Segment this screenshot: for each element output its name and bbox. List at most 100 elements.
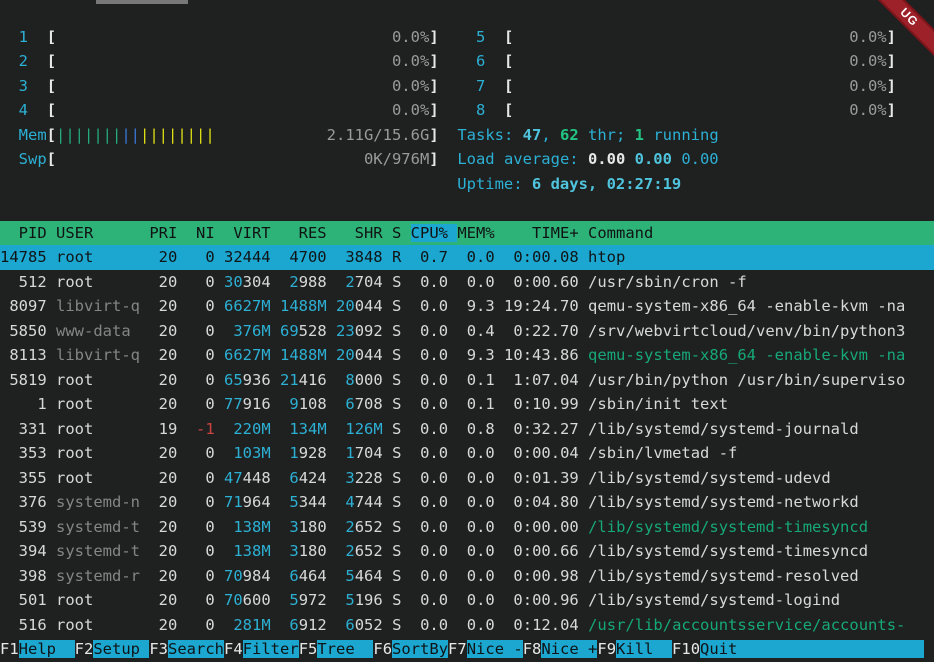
function-key-bar: F1Help F2Setup F3SearchF4FilterF5Tree F6…	[0, 637, 934, 662]
cell-command: /srv/webvirtcloud/venv/bin/python3	[588, 322, 905, 340]
process-row-512[interactable]: 512 root 20 0 30304 2988 2704 S 0.0 0.0 …	[0, 270, 934, 295]
process-row-516[interactable]: 516 root 20 0 281M 6912 6052 S 0.0 0.0 0…	[0, 613, 934, 638]
column-header-user[interactable]: USER	[56, 224, 149, 242]
cell-user: libvirt-q	[56, 346, 149, 364]
fkey-f7-nice[interactable]: F7Nice -	[448, 640, 523, 658]
cell-pri: 20	[149, 297, 186, 315]
fkey-f4-filter[interactable]: F4Filter	[224, 640, 299, 658]
cell-pri: 20	[149, 591, 186, 609]
fkey-label: Setup	[93, 640, 149, 658]
process-row-398[interactable]: 398 systemd-r 20 0 70984 6464 5464 S 0.0…	[0, 564, 934, 589]
column-header-shr[interactable]: SHR	[336, 224, 392, 242]
column-header-pri[interactable]: PRI	[149, 224, 186, 242]
process-row-353[interactable]: 353 root 20 0 103M 1928 1704 S 0.0 0.0 0…	[0, 441, 934, 466]
cpu-meter-label: 4	[19, 101, 28, 119]
cell-ni: 0	[187, 395, 224, 413]
cell-pri: 20	[149, 371, 186, 389]
cell-mem: 9.3	[457, 297, 504, 315]
cell-command: /lib/systemd/systemd-networkd	[588, 493, 859, 511]
cell-time: 0:01.39	[504, 469, 588, 487]
cell-cpu: 0.0	[411, 395, 458, 413]
fkey-f6-sortby[interactable]: F6SortBy	[373, 640, 448, 658]
process-row-5850[interactable]: 5850 www-data 20 0 376M 69528 23092 S 0.…	[0, 319, 934, 344]
process-row-5819[interactable]: 5819 root 20 0 65936 21416 8000 S 0.0 0.…	[0, 368, 934, 393]
fkey-f10-quit[interactable]: F10Quit	[672, 640, 924, 658]
cell-ni: 0	[187, 371, 224, 389]
process-row-539[interactable]: 539 systemd-t 20 0 138M 3180 2652 S 0.0 …	[0, 515, 934, 540]
cell-pri: 20	[149, 518, 186, 536]
cell-ni: 0	[187, 273, 224, 291]
fkey-f2-setup[interactable]: F2Setup	[75, 640, 150, 658]
cpu-meter-row: 4 [ 0.0%] 8 [ 0.0%]	[0, 98, 934, 123]
cpu-meter-label: 5	[476, 28, 485, 46]
fkey-f3-search[interactable]: F3Search	[149, 640, 224, 658]
cell-user: systemd-t	[56, 518, 149, 536]
process-row-394[interactable]: 394 systemd-t 20 0 138M 3180 2652 S 0.0 …	[0, 539, 934, 564]
cell-user: root	[56, 469, 149, 487]
cell-cpu: 0.0	[411, 444, 458, 462]
process-row-8113[interactable]: 8113 libvirt-q 20 0 6627M 1488M 20044 S …	[0, 343, 934, 368]
fkey-f1-help[interactable]: F1Help	[0, 640, 75, 658]
column-header-res[interactable]: RES	[280, 224, 336, 242]
cell-state: S	[392, 444, 411, 462]
cell-pri: 20	[149, 616, 186, 634]
cell-pri: 20	[149, 273, 186, 291]
cell-time: 0:04.80	[504, 493, 588, 511]
meter-close-bracket: ]	[887, 101, 896, 119]
column-header-cpu[interactable]: CPU%	[411, 224, 458, 242]
process-row-501[interactable]: 501 root 20 0 70600 5972 5196 S 0.0 0.0 …	[0, 588, 934, 613]
cell-pri: 20	[149, 444, 186, 462]
cell-command: /lib/systemd/systemd-resolved	[588, 567, 859, 585]
uptime-value: 6 days, 02:27:19	[532, 175, 681, 193]
fkey-number: F3	[149, 640, 168, 658]
fkey-number: F1	[0, 640, 19, 658]
cpu-meter-value: 0.0%	[56, 101, 429, 119]
fkey-f5-tree[interactable]: F5Tree	[299, 640, 374, 658]
meter-open-bracket: [	[47, 126, 56, 144]
cell-command: qemu-system-x86_64 -enable-kvm -na	[588, 346, 905, 364]
load-5min: 0.00	[635, 150, 672, 168]
column-header-time[interactable]: TIME+	[504, 224, 588, 242]
column-header-mem[interactable]: MEM%	[457, 224, 504, 242]
cell-state: S	[392, 322, 411, 340]
cell-state: S	[392, 297, 411, 315]
cell-mem: 0.4	[457, 322, 504, 340]
cell-cpu: 0.0	[411, 322, 458, 340]
fkey-number: F9	[597, 640, 616, 658]
fkey-label: Tree	[317, 640, 373, 658]
cell-state: S	[392, 371, 411, 389]
fkey-f9-kill[interactable]: F9Kill	[597, 640, 672, 658]
fkey-label: Kill	[616, 640, 672, 658]
cell-pid: 355	[0, 469, 56, 487]
column-header-ni[interactable]: NI	[187, 224, 224, 242]
fkey-number: F2	[75, 640, 94, 658]
column-header-virt[interactable]: VIRT	[224, 224, 280, 242]
mem-meter-label: Mem	[19, 126, 47, 144]
process-row-376[interactable]: 376 systemd-n 20 0 71964 5344 4744 S 0.0…	[0, 490, 934, 515]
column-header-pid[interactable]: PID	[0, 224, 56, 242]
process-row-355[interactable]: 355 root 20 0 47448 6424 3228 S 0.0 0.0 …	[0, 466, 934, 491]
fkey-f8-nice[interactable]: F8Nice +	[523, 640, 598, 658]
htop-output: 1 [ 0.0%] 5 [ 0.0%] 2 [ 0.0%] 6 [ 0.0%] …	[0, 0, 934, 662]
fkey-number: F10	[672, 640, 700, 658]
cell-ni: 0	[187, 469, 224, 487]
cell-command: /lib/systemd/systemd-udevd	[588, 469, 831, 487]
mem-buffers-bars: ||	[121, 126, 140, 144]
cell-mem: 0.0	[457, 248, 504, 266]
cpu-meter-value: 0.0%	[513, 52, 886, 70]
window-top-strip	[96, 0, 188, 4]
process-row-14785[interactable]: 14785 root 20 0 32444 4700 3848 R 0.7 0.…	[0, 245, 934, 270]
column-header-s[interactable]: S	[392, 224, 411, 242]
cell-pid: 8113	[0, 346, 56, 364]
cell-pri: 20	[149, 395, 186, 413]
cell-pri: 20	[149, 469, 186, 487]
process-row-8097[interactable]: 8097 libvirt-q 20 0 6627M 1488M 20044 S …	[0, 294, 934, 319]
column-header-command[interactable]: Command	[588, 224, 653, 242]
cpu-meter-label: 3	[19, 77, 28, 95]
cell-pid: 1	[0, 395, 56, 413]
process-row-331[interactable]: 331 root 19 -1 220M 134M 126M S 0.0 0.8 …	[0, 417, 934, 442]
process-row-1[interactable]: 1 root 20 0 77916 9108 6708 S 0.0 0.1 0:…	[0, 392, 934, 417]
cpu-meter-value: 0.0%	[513, 77, 886, 95]
tasks-count: 47	[523, 126, 542, 144]
meter-open-bracket: [	[47, 101, 56, 119]
